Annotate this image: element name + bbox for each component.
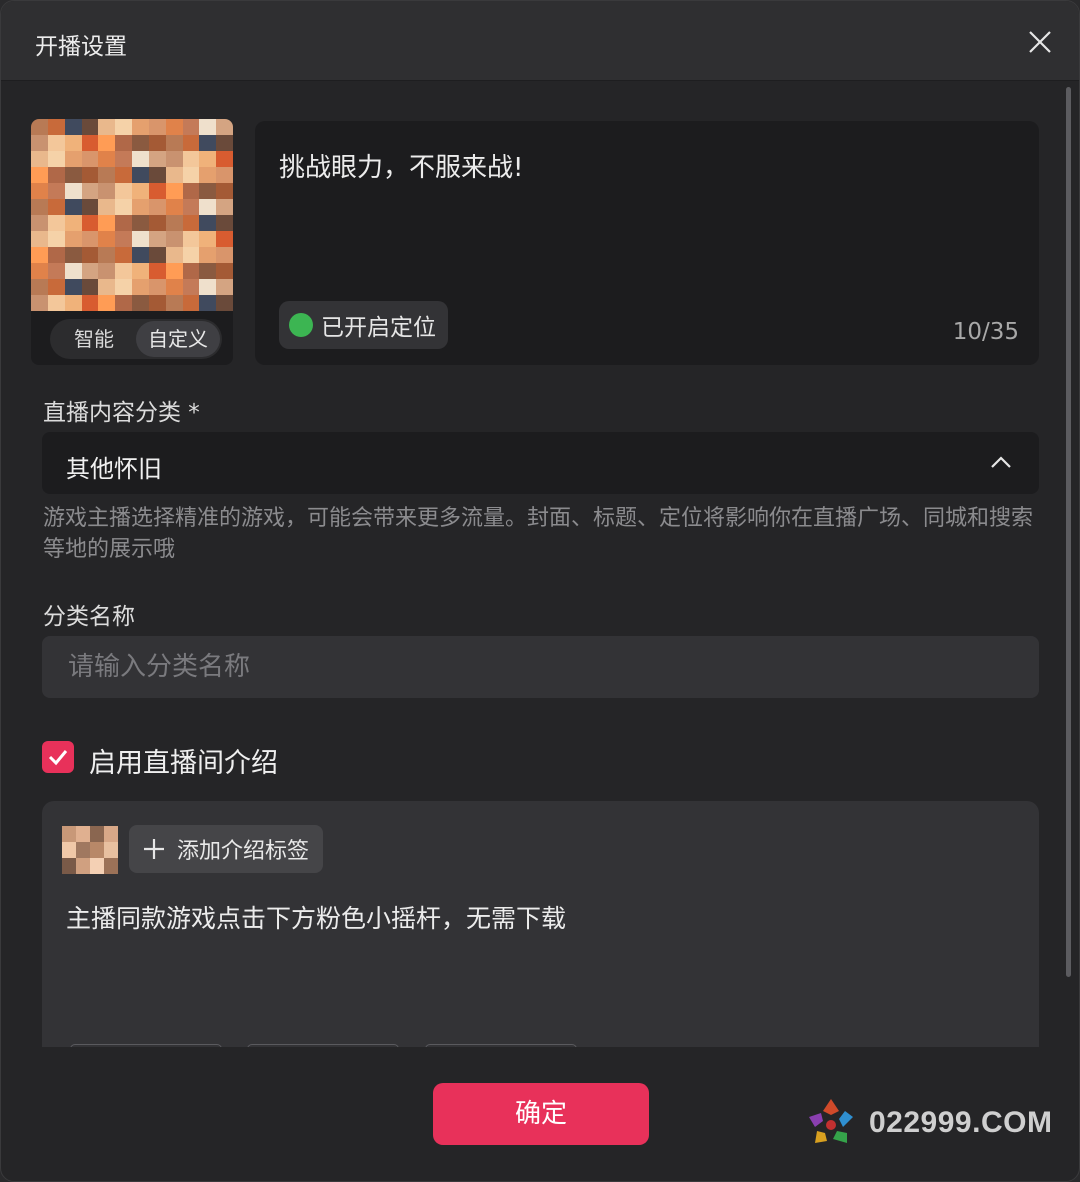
chevron-up-icon: [991, 456, 1011, 468]
cover-mode-smart[interactable]: 智能: [52, 321, 136, 357]
intro-tag-chip[interactable]: [425, 1044, 577, 1047]
add-intro-tag-label: 添加介绍标签: [177, 839, 310, 864]
category-select[interactable]: 其他怀旧: [42, 432, 1039, 494]
location-label: 已开启定位: [321, 315, 436, 341]
live-title-text[interactable]: 挑战眼力，不服来战!: [279, 147, 523, 184]
watermark-text: 022999.COM: [869, 1106, 1053, 1139]
cover-panel: 智能 自定义: [31, 119, 233, 365]
intro-tag-chip[interactable]: [247, 1044, 399, 1047]
category-name-input[interactable]: [42, 636, 1039, 698]
watermark-logo-icon: [809, 1099, 853, 1143]
cover-mode-switch: 智能 自定义: [50, 319, 222, 359]
category-name-label: 分类名称: [43, 604, 135, 630]
live-title-editor[interactable]: 挑战眼力，不服来战! 已开启定位 10/35: [255, 121, 1039, 365]
category-label: 直播内容分类 *: [43, 400, 200, 426]
enable-intro-label: 启用直播间介绍: [89, 748, 278, 779]
watermark: 022999.COM: [803, 1095, 1052, 1151]
category-selected-value: 其他怀旧: [66, 455, 162, 483]
category-hint: 游戏主播选择精准的游戏，可能会带来更多流量。封面、标题、定位将影响你在直播广场、…: [43, 506, 1034, 562]
enable-intro-checkbox[interactable]: [42, 741, 74, 773]
intro-panel: 添加介绍标签 主播同款游戏点击下方粉色小摇杆，无需下载: [42, 801, 1039, 1047]
plus-icon: [144, 839, 164, 859]
title-char-counter: 10/35: [952, 319, 1019, 345]
add-intro-tag-button[interactable]: 添加介绍标签: [129, 825, 324, 873]
location-toggle[interactable]: 已开启定位: [279, 301, 448, 349]
avatar: [62, 826, 118, 874]
location-status-dot-icon: [289, 313, 313, 337]
confirm-button[interactable]: 确定: [433, 1083, 649, 1145]
cover-mode-custom[interactable]: 自定义: [136, 321, 220, 357]
title-bar: 开播设置: [1, 1, 1079, 81]
cover-image[interactable]: [31, 119, 233, 311]
intro-tag-chip[interactable]: [70, 1044, 222, 1047]
scrollbar[interactable]: [1063, 87, 1073, 977]
close-icon[interactable]: [1023, 25, 1057, 59]
live-settings-dialog: 开播设置 智能 自定义 挑战眼力，不服来战! 已开启定位 10/35 直播内容分…: [0, 0, 1080, 1182]
scrollbar-thumb[interactable]: [1066, 87, 1071, 977]
intro-text[interactable]: 主播同款游戏点击下方粉色小摇杆，无需下载: [66, 899, 566, 935]
checkmark-icon: [48, 750, 68, 766]
dialog-title: 开播设置: [35, 34, 127, 60]
